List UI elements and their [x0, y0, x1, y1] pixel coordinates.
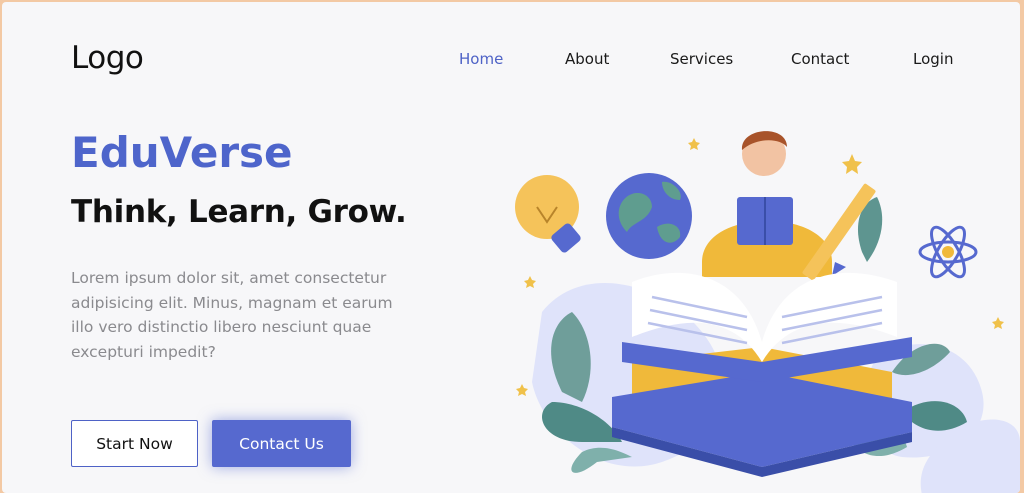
- globe-icon: [606, 173, 692, 259]
- page: Logo Home About Services Contact Login E…: [2, 2, 1020, 493]
- hero-description: Lorem ipsum dolor sit, amet consectetur …: [71, 269, 393, 361]
- nav-home[interactable]: Home: [459, 50, 503, 68]
- start-now-button[interactable]: Start Now: [71, 420, 198, 467]
- atom-icon: [918, 225, 978, 279]
- person-reading: [702, 131, 832, 277]
- nav-login[interactable]: Login: [913, 50, 953, 68]
- hero-tagline: Think, Learn, Grow.: [71, 194, 407, 230]
- nav-services[interactable]: Services: [670, 50, 733, 68]
- hero-brand: EduVerse: [71, 128, 293, 177]
- nav-contact[interactable]: Contact: [791, 50, 849, 68]
- contact-us-button[interactable]: Contact Us: [212, 420, 351, 467]
- education-illustration: [515, 131, 1020, 493]
- logo[interactable]: Logo: [71, 40, 144, 76]
- nav-about[interactable]: About: [565, 50, 609, 68]
- lightbulb-icon: [515, 175, 581, 253]
- open-book: [622, 272, 912, 382]
